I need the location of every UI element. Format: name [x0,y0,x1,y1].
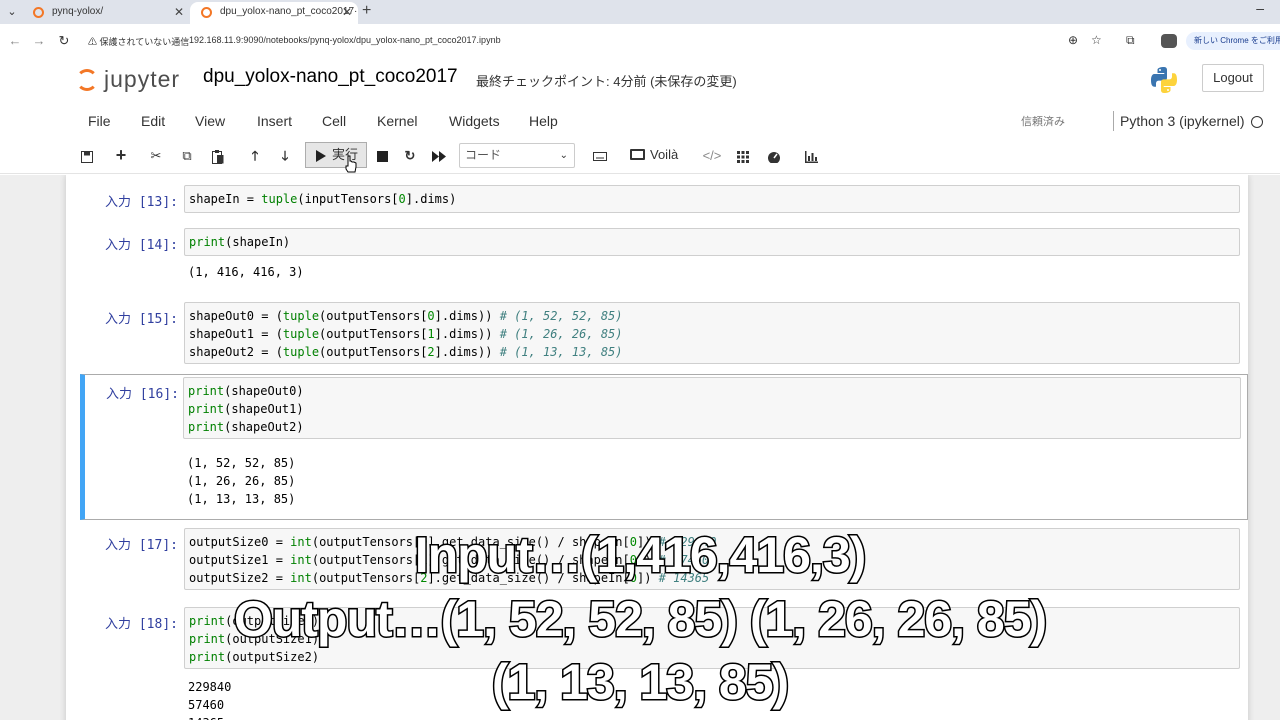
restart-icon[interactable]: ↻ [400,142,420,168]
output-line: (1, 13, 13, 85) [187,492,296,506]
menu-cell[interactable]: Cell [322,113,346,129]
code-cell[interactable]: 入力 [14]: print(shapeIn) (1, 416, 416, 3) [82,226,1246,290]
tab-title: pynq-yolox/ [52,6,104,17]
code-brackets-icon[interactable]: </> [701,142,723,168]
paste-clipboard-icon[interactable] [208,142,228,168]
menu-view[interactable]: View [195,113,225,129]
kernel-idle-indicator-icon [1251,116,1263,128]
forward-arrow-icon[interactable]: → [32,33,46,48]
notebook-title[interactable]: dpu_yolox-nano_pt_coco2017 [203,66,458,88]
menu-widgets[interactable]: Widgets [449,113,500,129]
back-arrow-icon[interactable]: ← [8,33,22,48]
code-line: print(shapeIn) [189,235,291,249]
save-icon[interactable] [77,142,97,168]
cut-scissors-icon[interactable]: ✂ [146,142,166,168]
bookmark-star-icon[interactable]: ☆ [1091,33,1102,47]
output-line: (1, 52, 52, 85) [187,456,296,470]
zoom-icon[interactable]: ⊕ [1068,33,1078,47]
reload-icon[interactable]: ↻ [57,33,71,49]
code-line: print(shapeOut1) [188,402,304,416]
url-field[interactable]: 192.168.11.9:9090/notebooks/pynq-yolox/d… [189,35,501,45]
cell-prompt: 入力 [13]: [105,195,178,210]
fast-forward-icon[interactable] [429,142,449,168]
cell-output: (1, 416, 416, 3) [188,265,304,279]
code-line: print(shapeOut2) [188,420,304,434]
cell-prompt: 入力 [16]: [106,387,179,402]
jupyter-header: jupyter dpu_yolox-nano_pt_coco2017 最終チェッ… [0,58,1280,104]
play-icon [316,150,326,162]
insert-cell-plus-icon[interactable]: + [111,142,131,168]
code-input[interactable]: print(shapeIn) [184,228,1240,256]
menu-help[interactable]: Help [529,113,558,129]
keyboard-icon[interactable] [589,142,611,168]
tab-search-chevron-icon[interactable]: ⌄ [4,4,20,20]
menu-file[interactable]: File [88,113,111,129]
trusted-indicator[interactable]: 信頼済み [1021,113,1065,129]
voila-button[interactable]: Voilà [622,142,688,168]
minimize-window-button[interactable]: – [1256,0,1264,16]
output-line: 14365 [188,714,231,720]
new-tab-button[interactable]: + [362,2,371,20]
copy-icon[interactable]: ⧉ [177,142,197,168]
kernel-separator [1113,111,1114,131]
monitor-icon [630,149,645,160]
extensions-puzzle-icon[interactable]: ⧉ [1126,33,1135,48]
security-warning-label: 保護されていない通信 [99,37,190,47]
code-line: print(shapeOut0) [188,384,304,398]
code-input[interactable]: print(shapeOut0) print(shapeOut1) print(… [183,377,1241,439]
code-cell-selected[interactable]: 入力 [16]: print(shapeOut0) print(shapeOut… [80,374,1248,520]
chevron-down-icon: ⌄ [559,150,568,161]
move-up-arrow-icon[interactable]: 🡑 [245,142,265,168]
address-bar: ← → ↻ ⚠ 保護されていない通信 192.168.11.9:9090/not… [0,24,1280,58]
caption-output-shape-3: (1, 13, 13, 85) [490,653,790,712]
code-cell[interactable]: 入力 [13]: shapeIn = tuple(inputTensors[0]… [82,183,1246,223]
logout-button[interactable]: Logout [1202,64,1264,92]
notebook-toolbar: + ✂ ⧉ 🡑 🡓 実行 ↻ コード ⌄ Voilà </> [0,138,1280,174]
cell-output: (1, 52, 52, 85) (1, 26, 26, 85) (1, 13, 13… [183,454,295,508]
cell-prompt: 入力 [15]: [105,312,178,327]
voila-label: Voilà [650,147,679,162]
browser-tab-notebook[interactable]: dpu_yolox-nano_pt_coco2017· ✕ [190,2,358,24]
bar-chart-icon[interactable] [801,142,821,168]
caption-output-shapes: Output…(1, 52, 52, 85) (1, 26, 26, 85) [232,590,1048,649]
menu-insert[interactable]: Insert [257,113,292,129]
caption-input-shape: Input…(1,416,416,3) [413,526,868,585]
jupyter-logo[interactable]: jupyter [76,66,186,98]
jupyter-favicon-icon [201,7,212,18]
jupyter-favicon-icon [33,7,44,18]
cell-prompt: 入力 [14]: [105,238,178,253]
profile-avatar[interactable] [1161,34,1177,48]
chrome-update-pill[interactable]: 新しい Chrome をご利用 [1186,32,1280,50]
tab-title: dpu_yolox-nano_pt_coco2017· [220,6,358,17]
kernel-name[interactable]: Python 3 (ipykernel) [1120,113,1245,129]
close-tab-icon[interactable]: ✕ [342,2,352,22]
security-warning[interactable]: ⚠ 保護されていない通信 [88,35,189,48]
mouse-pointer-icon [345,155,357,173]
menu-kernel[interactable]: Kernel [377,113,417,129]
run-button[interactable]: 実行 [305,142,367,168]
code-line: shapeOut2 = (tuple(outputTensors[2].dims… [189,345,623,359]
dashboard-gauge-icon[interactable] [764,142,784,168]
cell-type-select[interactable]: コード ⌄ [459,143,575,168]
menu-edit[interactable]: Edit [141,113,165,129]
menu-bar: File Edit View Insert Cell Kernel Widget… [0,104,1280,138]
code-line: shapeOut1 = (tuple(outputTensors[1].dims… [189,327,623,341]
cell-type-value: コード [465,148,502,162]
jupyter-logo-icon [76,69,98,91]
code-input[interactable]: shapeIn = tuple(inputTensors[0].dims) [184,185,1240,213]
python-logo-icon [1151,67,1177,93]
checkpoint-status: 最終チェックポイント: 4分前 (未保存の変更) [476,74,737,89]
output-line: (1, 26, 26, 85) [187,474,296,488]
grid-apps-icon[interactable] [733,142,753,168]
code-line: shapeOut0 = (tuple(outputTensors[0].dims… [189,309,623,323]
code-input[interactable]: shapeOut0 = (tuple(outputTensors[0].dims… [184,302,1240,364]
close-tab-icon[interactable]: ✕ [174,2,184,22]
browser-tab-pynq-yolox[interactable]: pynq-yolox/ ✕ [22,2,190,24]
browser-tab-bar: ⌄ pynq-yolox/ ✕ dpu_yolox-nano_pt_coco20… [0,0,1280,24]
jupyter-logo-text: jupyter [104,66,181,92]
code-line: shapeIn = tuple(inputTensors[0].dims) [189,192,457,206]
code-cell[interactable]: 入力 [15]: shapeOut0 = (tuple(outputTensor… [82,300,1246,372]
stop-square-icon[interactable] [372,142,392,168]
move-down-arrow-icon[interactable]: 🡓 [275,142,295,168]
